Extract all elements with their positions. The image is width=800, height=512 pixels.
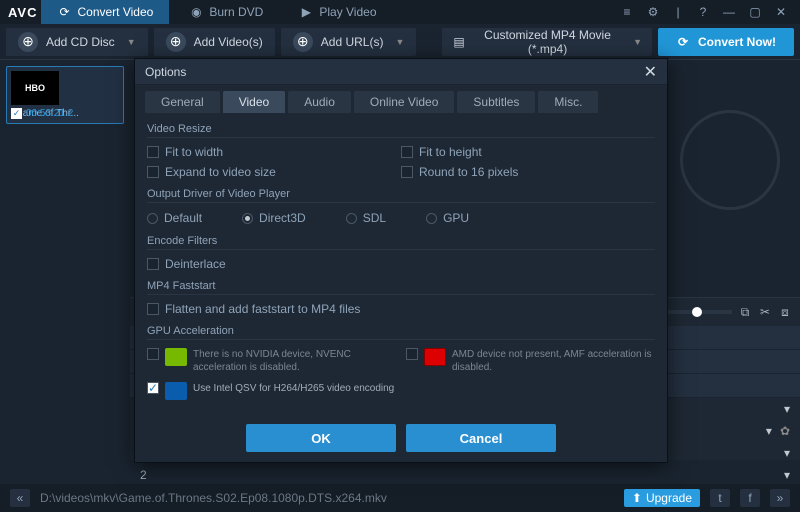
close-icon[interactable]: ✕ [644,62,657,82]
convert-now-button[interactable]: ⟳ Convert Now! [658,28,794,56]
file-path: D:\videos\mkv\Game.of.Thrones.S02.Ep08.1… [40,491,614,505]
dialog-titlebar: Options ✕ [135,59,667,85]
maximize-button[interactable]: ▢ [746,5,764,19]
gear-icon[interactable]: ⚙ [645,4,661,20]
dialog-tabs: General Video Audio Online Video Subtitl… [135,85,667,113]
driver-sdl-radio[interactable]: SDL [346,211,386,225]
add-videos-button[interactable]: ⊕ Add Video(s) [154,28,275,56]
round-16-pixels-checkbox[interactable]: Round to 16 pixels [401,162,655,182]
twitter-icon[interactable]: t [710,489,730,507]
dialog-title: Options [145,65,186,79]
next-button[interactable]: » [770,489,790,507]
expand-video-size-checkbox[interactable]: Expand to video size [147,162,401,182]
globe-plus-icon: ⊕ [293,32,313,52]
tab-general[interactable]: General [145,91,220,113]
tab-video[interactable]: Video [223,91,285,113]
deinterlace-checkbox[interactable]: Deinterlace [147,254,655,274]
driver-gpu-radio[interactable]: GPU [426,211,469,225]
reel-icon [680,110,780,210]
add-urls-button[interactable]: ⊕ Add URL(s) ▼ [281,28,417,56]
disc-icon: ◉ [189,5,203,19]
file-item[interactable]: HBO Game.of.Thr... ✓ 00:53:21.2 [6,66,124,124]
prev-button[interactable]: « [10,489,30,507]
cancel-button[interactable]: Cancel [406,424,556,452]
upgrade-button[interactable]: ⬆Upgrade [624,489,700,507]
amd-icon [424,348,446,366]
chevron-down-icon: ▼ [633,37,642,47]
statusbar: « D:\videos\mkv\Game.of.Thrones.S02.Ep08… [0,484,800,512]
tab-audio[interactable]: Audio [288,91,351,113]
channels-row[interactable]: 2▾ [130,464,800,486]
ok-button[interactable]: OK [246,424,396,452]
tab-subtitles[interactable]: Subtitles [457,91,535,113]
refresh-icon: ⟳ [57,5,71,19]
film-plus-icon: ⊕ [166,32,186,52]
snapshot-icon[interactable]: ⧈ [778,305,792,319]
amd-accel-option[interactable]: AMD device not present, AMF acceleration… [406,348,655,374]
options-dialog: Options ✕ General Video Audio Online Vid… [134,58,668,463]
output-driver-group: Output Driver of Video Player [147,188,655,203]
tab-online-video[interactable]: Online Video [354,91,455,113]
close-button[interactable]: ✕ [772,5,790,19]
film-icon: ▤ [452,35,466,49]
titlebar: AVC ⟳ Convert Video ◉ Burn DVD ▶ Play Vi… [0,0,800,24]
chevron-down-icon: ▼ [395,37,404,47]
tab-label: Play Video [319,5,376,19]
duration-label: 00:53:21.2 [26,108,73,119]
toolbar: ⊕ Add CD Disc ▼ ⊕ Add Video(s) ⊕ Add URL… [0,24,800,60]
mp4-faststart-group: MP4 Faststart [147,280,655,295]
video-resize-group: Video Resize [147,123,655,138]
tab-burn-dvd[interactable]: ◉ Burn DVD [173,0,279,24]
file-list: HBO Game.of.Thr... ✓ 00:53:21.2 [0,60,130,460]
gpu-acceleration-group: GPU Acceleration [147,325,655,340]
refresh-icon: ⟳ [676,35,690,49]
intel-icon [165,382,187,400]
nvidia-accel-option[interactable]: There is no NVIDIA device, NVENC acceler… [147,348,396,374]
fit-to-height-checkbox[interactable]: Fit to height [401,142,655,162]
minimize-button[interactable]: — [720,5,738,19]
flatten-faststart-checkbox[interactable]: Flatten and add faststart to MP4 files [147,299,655,319]
nvidia-icon [165,348,187,366]
copy-icon[interactable]: ⧉ [738,305,752,319]
output-profile-selector[interactable]: ▤ Customized MP4 Movie (*.mp4) ▼ [442,28,652,56]
cut-icon[interactable]: ✂ [758,305,772,319]
fit-to-width-checkbox[interactable]: Fit to width [147,142,401,162]
tab-misc[interactable]: Misc. [538,91,598,113]
driver-default-radio[interactable]: Default [147,211,202,225]
tab-play-video[interactable]: ▶ Play Video [283,0,392,24]
facebook-icon[interactable]: f [740,489,760,507]
encode-filters-group: Encode Filters [147,235,655,250]
app-logo: AVC [8,5,37,20]
driver-direct3d-radio[interactable]: Direct3D [242,211,306,225]
tab-label: Burn DVD [209,5,263,19]
gear-icon[interactable]: ✿ [780,424,790,438]
file-checkbox[interactable]: ✓ [11,108,22,119]
tab-convert-video[interactable]: ⟳ Convert Video [41,0,169,24]
chevron-down-icon: ▼ [127,37,136,47]
thumbnail: HBO [11,71,59,105]
help-icon[interactable]: ? [695,4,711,20]
menu-icon[interactable]: ≡ [619,4,635,20]
disc-plus-icon: ⊕ [18,32,38,52]
intel-qsv-checkbox[interactable]: ✓ Use Intel QSV for H264/H265 video enco… [147,382,655,400]
tab-label: Convert Video [77,5,153,19]
play-icon: ▶ [299,5,313,19]
add-cd-disc-button[interactable]: ⊕ Add CD Disc ▼ [6,28,148,56]
